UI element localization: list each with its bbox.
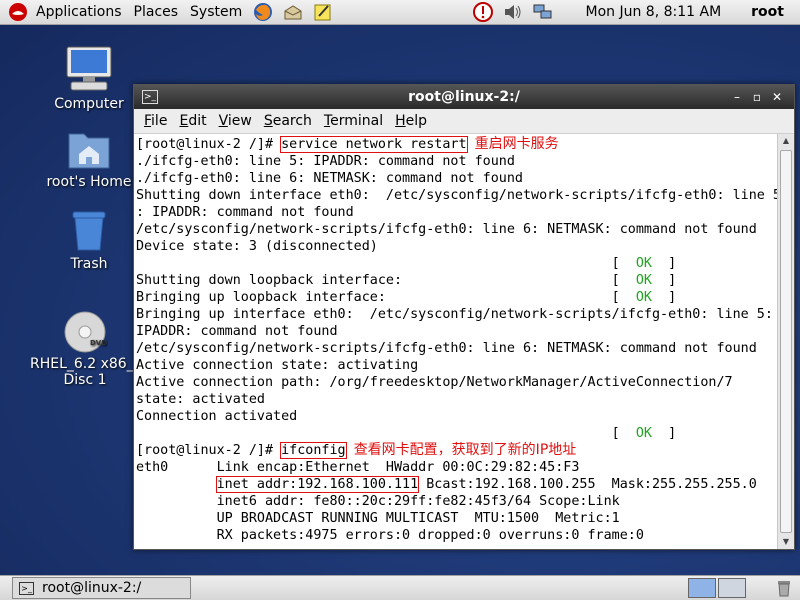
terminal-line: [root@linux-2 /]# service network restar… [136,136,559,153]
terminal-line: : IPADDR: command not found [136,205,354,220]
taskbar-terminal-button[interactable]: >_ root@linux-2:/ [12,577,191,599]
redhat-logo-icon[interactable] [8,2,28,22]
command-highlight: ifconfig [280,442,347,459]
terminal-line: Connection activated [136,409,298,424]
terminal-line: /etc/sysconfig/network-scripts/ifcfg-eth… [136,222,757,237]
places-menu[interactable]: Places [128,4,185,20]
terminal-line: ./ifcfg-eth0: line 5: IPADDR: command no… [136,154,515,169]
terminal-line: Active connection state: activating [136,358,419,373]
terminal-line: inet addr:192.168.100.111 Bcast:192.168.… [215,476,757,493]
annotation: 重启网卡服务 [474,136,559,152]
menu-help[interactable]: Help [389,113,433,129]
clock[interactable]: Mon Jun 8, 8:11 AM [580,4,728,20]
ok-status: OK [635,290,652,305]
window-title: root@linux-2:/ [408,89,520,105]
trash-applet-icon[interactable] [776,579,792,597]
maximize-button[interactable]: ▫ [750,90,764,104]
home-folder-icon [68,133,110,169]
annotation: 查看网卡配置，获取到了新的IP地址 [353,442,577,458]
terminal-line: Active connection path: /org/freedesktop… [136,375,733,390]
ok-status: OK [635,256,652,271]
desktop-icon-label: Disc 1 [63,372,107,388]
terminal-line: UP BROADCAST RUNNING MULTICAST MTU:1500 … [136,511,620,526]
menu-edit[interactable]: Edit [173,113,212,129]
terminal-icon[interactable]: >_ [142,90,158,104]
computer-icon [66,46,112,91]
desktop-icon-label: root's Home [46,174,132,190]
menu-search[interactable]: Search [258,113,318,129]
terminal-line: [ OK ] [136,426,677,441]
ok-status: OK [635,426,652,441]
terminal-line: [root@linux-2 /]# ifconfig 查看网卡配置，获取到了新的… [136,442,577,459]
ok-status: OK [635,273,652,288]
top-panel: Applications Places System Mon Jun 8, 8:… [0,0,800,25]
scroll-down-arrow-icon[interactable]: ▼ [778,535,794,549]
terminal-line: Bringing up loopback interface: [ OK ] [136,290,677,305]
notes-icon[interactable] [312,2,334,22]
terminal-window[interactable]: >_ root@linux-2:/ – ▫ ✕ File Edit View S… [133,84,795,550]
terminal-line: RX packets:4975 errors:0 dropped:0 overr… [136,528,644,543]
firefox-icon[interactable] [252,2,274,22]
desktop-home[interactable]: root's Home [34,128,144,190]
terminal-line: inet6 addr: fe80::20c:29ff:fe82:45f3/64 … [136,494,620,509]
terminal-line: [ OK ] [136,256,677,271]
terminal-icon: >_ [19,581,34,595]
ip-address-highlight: inet addr:192.168.100.111 [215,476,420,493]
system-tray: Mon Jun 8, 8:11 AM root [468,2,800,22]
terminal-line: state: activated [136,392,265,407]
desktop-dvd[interactable]: DVD RHEL_6.2 x86_6 Disc 1 [30,310,140,388]
window-titlebar[interactable]: >_ root@linux-2:/ – ▫ ✕ [134,85,794,109]
menubar: File Edit View Search Terminal Help [134,109,794,134]
workspace-2[interactable] [718,578,746,598]
close-button[interactable]: ✕ [770,90,784,104]
updates-icon[interactable] [472,2,494,22]
user-menu[interactable]: root [745,4,790,20]
scroll-up-arrow-icon[interactable]: ▲ [778,134,794,148]
desktop-icon-label: Trash [70,256,108,272]
menu-terminal[interactable]: Terminal [318,113,389,129]
taskbar-label: root@linux-2:/ [42,580,142,596]
applications-menu[interactable]: Applications [30,4,128,20]
email-client-icon[interactable] [282,2,304,22]
system-menu[interactable]: System [184,4,248,20]
volume-icon[interactable] [502,2,524,22]
menu-file[interactable]: File [138,113,173,129]
terminal-output[interactable]: [root@linux-2 /]# service network restar… [134,134,778,549]
workspace-switcher[interactable] [686,578,746,598]
terminal-scrollbar[interactable]: ▲ ▼ [777,134,794,549]
command-highlight: service network restart [280,136,468,153]
desktop-trash[interactable]: Trash [34,208,144,272]
terminal-line: eth0 Link encap:Ethernet HWaddr 00:0C:29… [136,460,580,475]
dvd-badge: DVD [90,339,107,347]
desktop-icon-label: RHEL_6.2 x86_6 [30,356,140,372]
desktop-computer[interactable]: Computer [34,44,144,112]
bottom-panel: >_ root@linux-2:/ [0,575,800,600]
network-icon[interactable] [532,2,554,22]
terminal-line: Shutting down interface eth0: /etc/sysco… [136,188,778,203]
terminal-line: ./ifcfg-eth0: line 6: NETMASK: command n… [136,171,523,186]
terminal-line: Bringing up interface eth0: /etc/sysconf… [136,307,773,322]
terminal-line: /etc/sysconfig/network-scripts/ifcfg-eth… [136,341,757,356]
terminal-line: IPADDR: command not found [136,324,338,339]
minimize-button[interactable]: – [730,90,744,104]
scrollbar-thumb[interactable] [780,150,792,533]
menu-view[interactable]: View [213,113,258,129]
desktop-icon-label: Computer [54,96,124,112]
terminal-line: Device state: 3 (disconnected) [136,239,378,254]
trash-icon [72,211,106,251]
dvd-disc-icon: DVD [64,311,107,353]
workspace-1[interactable] [688,578,716,598]
terminal-line: Shutting down loopback interface: [ OK ] [136,273,677,288]
